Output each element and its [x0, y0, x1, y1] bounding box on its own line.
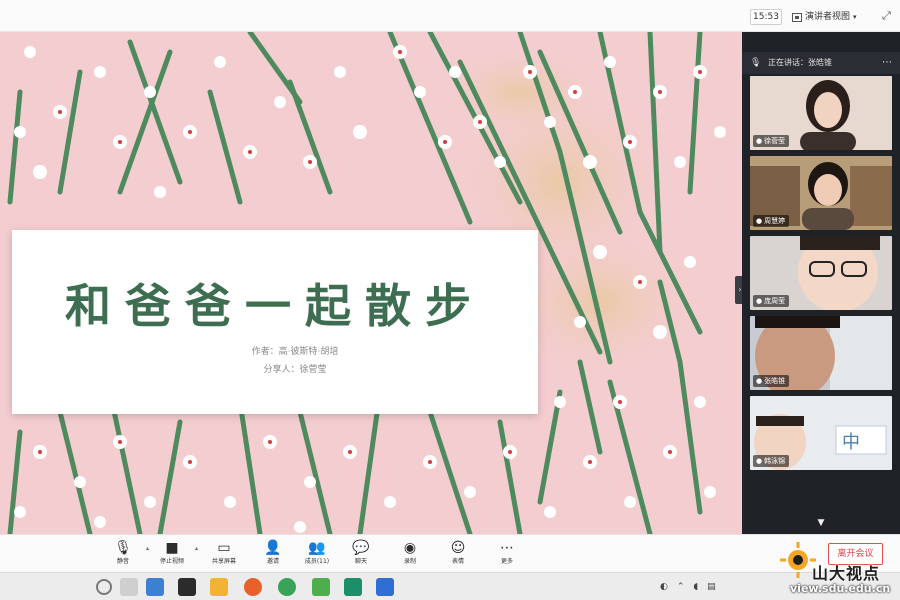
- speaking-indicator: 🎙 正在讲话：张皓锥 ⋯: [742, 52, 900, 74]
- more-icon[interactable]: ⋯: [882, 52, 892, 74]
- chat-button[interactable]: 💬 聊天: [341, 539, 381, 569]
- members-icon: 👥: [308, 540, 326, 556]
- slide-author: 作者：高·彼斯特·胡培: [251, 347, 339, 357]
- meeting-app-icon[interactable]: [376, 578, 394, 596]
- caret-icon[interactable]: ▴: [146, 545, 149, 552]
- stop-video-button[interactable]: ■ 停止视频 ▴: [152, 539, 198, 569]
- more-button[interactable]: ⋯ 更多: [487, 539, 527, 569]
- invite-icon: 👤: [264, 540, 282, 556]
- meeting-window: 15:53 演讲者视图 ▾ ⤢ 和爸爸一起散步 作者：高·彼斯特·胡培 分享人：…: [0, 0, 900, 600]
- slide-sharer: 分享人：徐菅莹: [263, 365, 327, 375]
- caret-icon[interactable]: ▴: [195, 545, 198, 552]
- store-icon[interactable]: [178, 578, 196, 596]
- mic-icon: ●: [756, 217, 763, 225]
- screen-share-icon: ▭: [217, 540, 231, 556]
- participant-tile[interactable]: ● 徐菅莹: [750, 76, 892, 150]
- chevron-down-icon: ▾: [853, 13, 857, 21]
- layout-icon: [792, 12, 802, 22]
- mic-icon: ●: [756, 377, 763, 385]
- watermark-logo: 山大视点 view.sdu.edu.cn: [776, 538, 900, 600]
- participant-tile[interactable]: 中 ● 韩泳锦: [750, 396, 892, 470]
- participant-tile[interactable]: ● 张皓锥: [750, 316, 892, 390]
- participant-name-tag: ● 张皓锥: [753, 375, 790, 387]
- participant-panel: 🎙 正在讲话：张皓锥 ⋯ ● 徐菅莹 ● 周慧婷 ● 庞周莹 ● 张皓锥 中 ●…: [742, 32, 900, 534]
- emoji-button[interactable]: ☺ 表情: [438, 539, 478, 569]
- members-button[interactable]: 👥 成员(11): [297, 539, 337, 569]
- clock: 15:53: [750, 9, 782, 25]
- participant-name-tag: ● 周慧婷: [753, 215, 790, 227]
- taskbar: ◐ ⌃ ◖ ▤: [0, 572, 900, 600]
- chevron-up-icon[interactable]: ⌃: [677, 579, 685, 595]
- chat-icon: 💬: [352, 540, 370, 556]
- participant-tile[interactable]: ● 庞周莹: [750, 236, 892, 310]
- share-screen-button[interactable]: ▭ 共享屏幕: [204, 539, 244, 569]
- participant-name-tag: ● 徐菅莹: [753, 135, 790, 147]
- app-icon[interactable]: [344, 578, 362, 596]
- volume-icon[interactable]: ◖: [693, 579, 698, 595]
- screen-glyph: 中: [842, 432, 860, 453]
- scroll-down-icon[interactable]: ▼: [815, 518, 827, 528]
- mail-icon[interactable]: [146, 578, 164, 596]
- task-view-icon[interactable]: [120, 578, 138, 596]
- participant-name-tag: ● 庞周莹: [753, 295, 790, 307]
- tray-app-icon[interactable]: ◐: [660, 579, 668, 595]
- participant-name-tag: ● 韩泳锦: [753, 455, 790, 467]
- system-tray: ◐ ⌃ ◖ ▤: [660, 579, 716, 595]
- watermark-url: view.sdu.edu.cn: [790, 582, 891, 595]
- mic-icon: 🎙: [114, 540, 132, 556]
- camera-icon: ■: [165, 540, 179, 556]
- mic-icon: ●: [756, 457, 763, 465]
- participant-tile[interactable]: ● 周慧婷: [750, 156, 892, 230]
- folder-icon[interactable]: [210, 578, 228, 596]
- mic-icon: ●: [756, 297, 763, 305]
- mute-button[interactable]: 🎙 静音 ▴: [103, 539, 149, 569]
- view-switch-label: 演讲者视图: [805, 12, 851, 22]
- edge-icon[interactable]: [278, 578, 296, 596]
- watermark-name: 山大视点: [812, 564, 881, 583]
- network-icon[interactable]: ▤: [707, 579, 716, 595]
- fullscreen-icon[interactable]: ⤢: [882, 10, 894, 22]
- invite-button[interactable]: 👤 邀请: [253, 539, 293, 569]
- more-icon: ⋯: [500, 540, 514, 556]
- firefox-icon[interactable]: [244, 578, 262, 596]
- top-bar: 15:53 演讲者视图 ▾ ⤢: [0, 0, 900, 32]
- mic-icon: 🎙: [750, 58, 762, 68]
- slide-title: 和爸爸一起散步: [65, 279, 485, 333]
- meeting-toolbar: 🎙 静音 ▴ ■ 停止视频 ▴ ▭ 共享屏幕 👤 邀请 👥 成员(11) 💬 聊…: [0, 534, 900, 572]
- title-card: 和爸爸一起散步 作者：高·彼斯特·胡培 分享人：徐菅莹: [12, 230, 538, 414]
- mic-icon: ●: [756, 137, 763, 145]
- wechat-icon[interactable]: [312, 578, 330, 596]
- record-icon: ◉: [403, 540, 417, 556]
- record-button[interactable]: ◉ 录制: [390, 539, 430, 569]
- speaking-label: 正在讲话：张皓锥: [768, 58, 832, 67]
- shared-slide: 和爸爸一起散步 作者：高·彼斯特·胡培 分享人：徐菅莹: [0, 32, 742, 534]
- search-icon[interactable]: [96, 579, 112, 595]
- view-switch-dropdown[interactable]: 演讲者视图 ▾: [792, 9, 870, 25]
- emoji-icon: ☺: [450, 540, 466, 556]
